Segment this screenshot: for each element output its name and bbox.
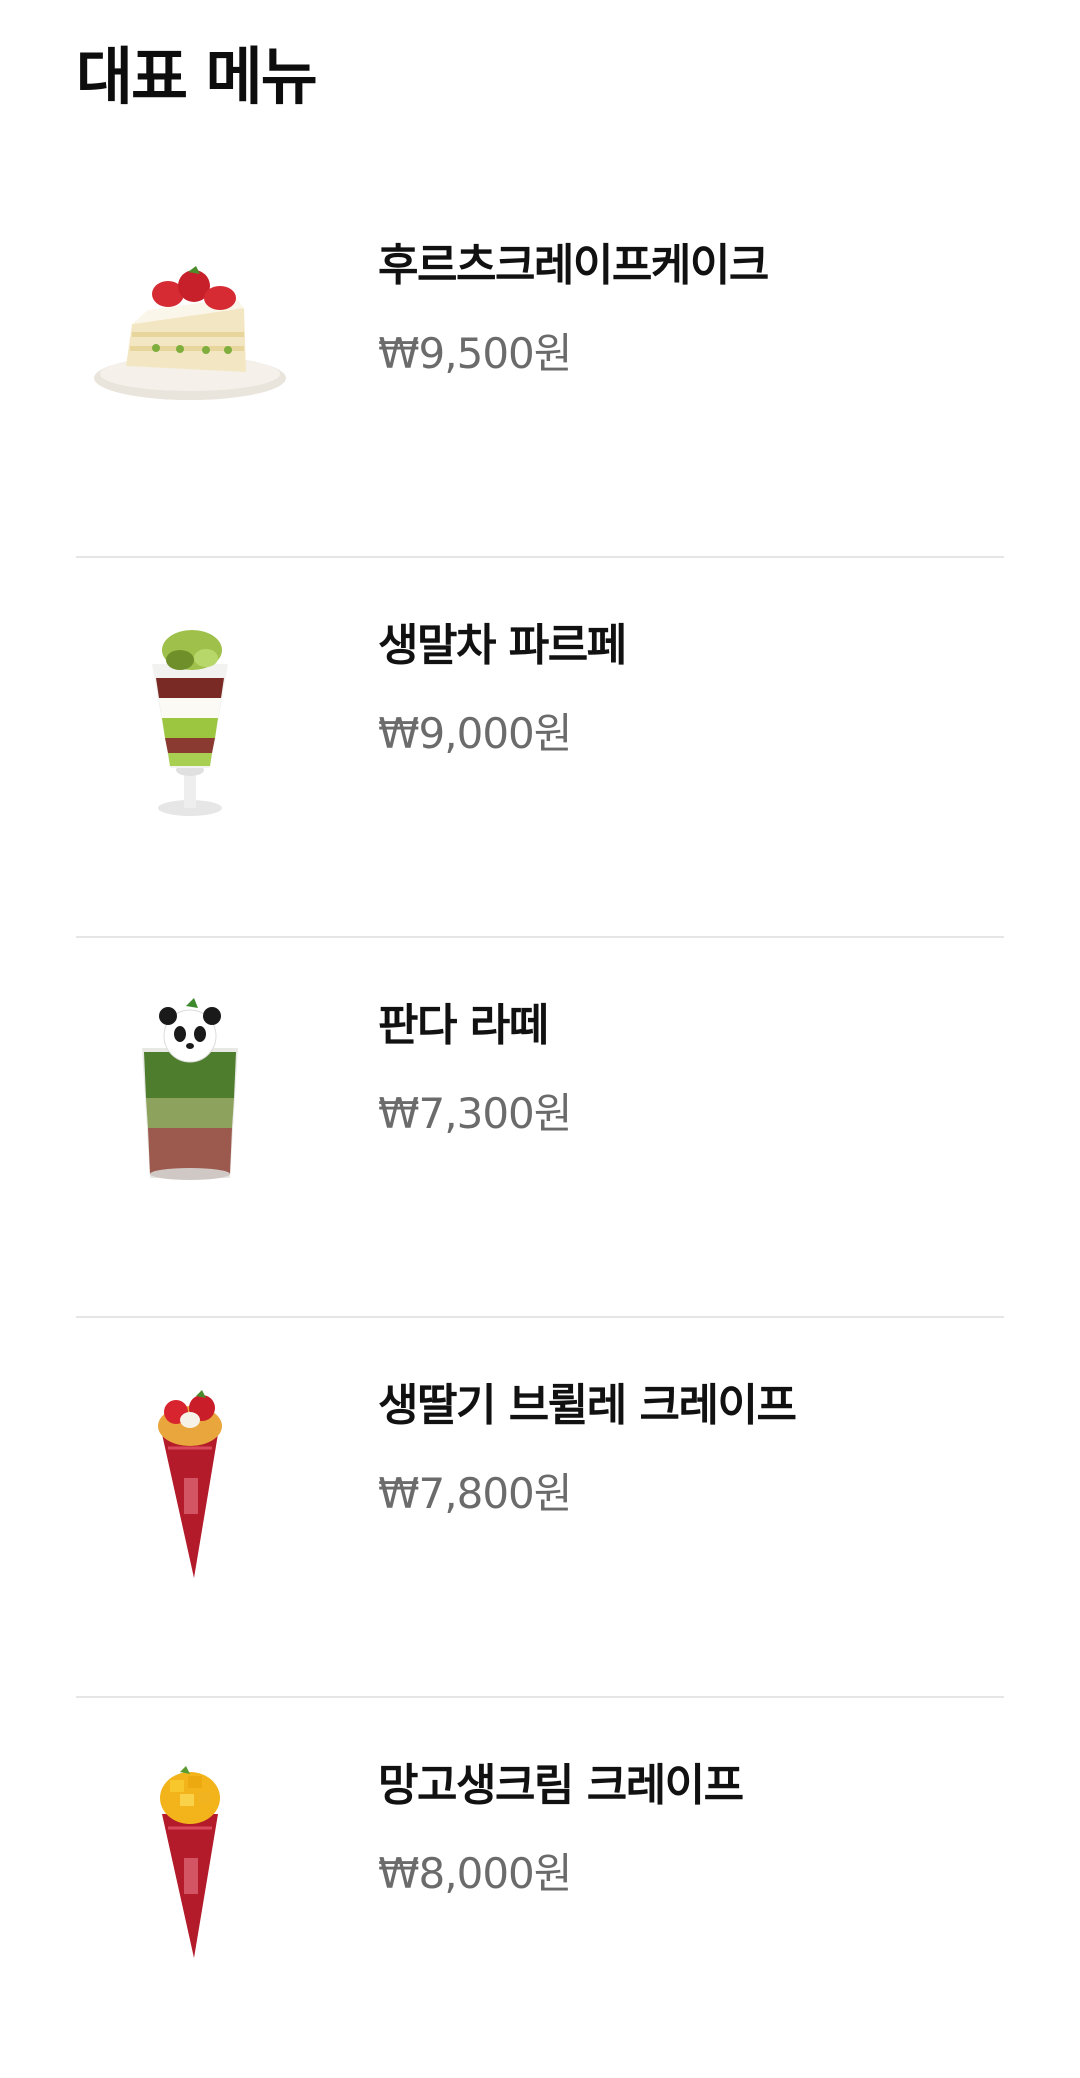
- menu-item-price: ₩9,000원: [378, 708, 572, 758]
- menu-item-matcha-parfait[interactable]: 생말차 파르페 ₩9,000원: [76, 558, 1004, 938]
- section-title: 대표 메뉴: [76, 40, 318, 113]
- matcha-parfait-icon: [76, 608, 304, 836]
- menu-item-price: ₩7,300원: [378, 1088, 572, 1138]
- menu-item-price: ₩8,000원: [378, 1848, 572, 1898]
- menu-item-fruit-crepe-cake[interactable]: 후르츠크레이프케이크 ₩9,500원: [76, 178, 1004, 558]
- mango-cream-crepe-icon: [76, 1748, 304, 1976]
- menu-item-name: 생딸기 브륄레 크레이프: [378, 1380, 797, 1431]
- menu-item-name: 망고생크림 크레이프: [378, 1760, 744, 1811]
- menu-item-name: 후르츠크레이프케이크: [378, 240, 769, 291]
- menu-item-price: ₩7,800원: [378, 1468, 572, 1518]
- menu-item-name: 생말차 파르페: [378, 620, 627, 671]
- strawberry-crepe-cake-icon: [76, 228, 304, 456]
- strawberry-brulee-crepe-icon: [76, 1368, 304, 1596]
- menu-item-name: 판다 라떼: [378, 1000, 549, 1051]
- page: 대표 메뉴 후르츠크레이프케이크 ₩9,500원 생말차 파르페 ₩9,000원…: [0, 0, 1080, 2071]
- menu-item-price: ₩9,500원: [378, 328, 572, 378]
- menu-item-mango-cream-crepe[interactable]: 망고생크림 크레이프 ₩8,000원: [76, 1698, 1004, 2078]
- menu-item-strawberry-brulee-crepe[interactable]: 생딸기 브륄레 크레이프 ₩7,800원: [76, 1318, 1004, 1698]
- menu-list: 후르츠크레이프케이크 ₩9,500원 생말차 파르페 ₩9,000원 판다 라떼…: [76, 178, 1004, 2078]
- menu-item-panda-latte[interactable]: 판다 라떼 ₩7,300원: [76, 938, 1004, 1318]
- panda-latte-icon: [76, 988, 304, 1216]
